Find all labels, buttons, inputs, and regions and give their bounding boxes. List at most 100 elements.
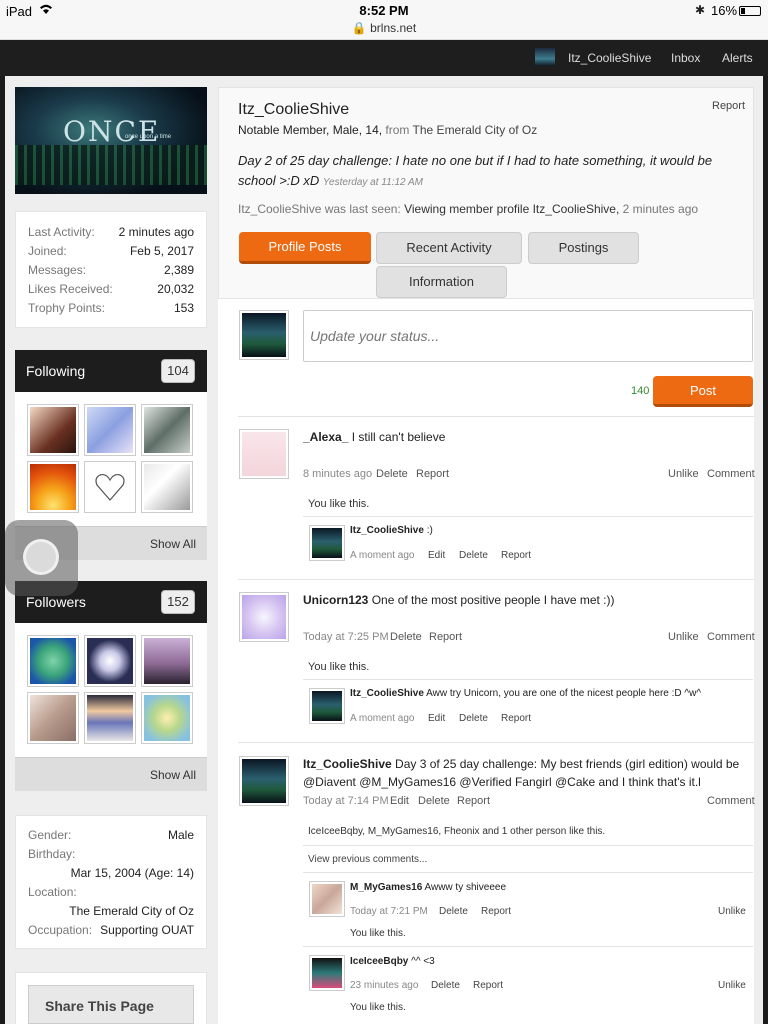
reply-author[interactable]: Itz_CoolieShive — [350, 688, 424, 699]
url-bar[interactable]: 🔒 brlns.net — [0, 21, 768, 35]
reply-time[interactable]: 23 minutes ago — [350, 980, 418, 991]
reply-likes: You like this. — [350, 928, 406, 939]
divider — [303, 679, 753, 680]
reply-body: Itz_CoolieShive :) — [350, 525, 433, 536]
follower-avatar[interactable] — [84, 692, 136, 744]
reply-delete-link[interactable]: Delete — [459, 713, 488, 724]
reply-avatar[interactable] — [309, 881, 345, 917]
post-edit-link[interactable]: Edit — [390, 795, 409, 807]
follower-avatar[interactable] — [141, 692, 193, 744]
reply-avatar[interactable] — [309, 688, 345, 724]
following-avatar[interactable] — [27, 461, 79, 513]
birthday-value: Mar 15, 2004 (Age: 14) — [70, 866, 194, 880]
reply-unlike-link[interactable]: Unlike — [718, 980, 746, 991]
post-avatar[interactable] — [239, 756, 289, 806]
post-avatar[interactable] — [239, 429, 289, 479]
location-label: Location: — [28, 885, 77, 899]
nav-alerts[interactable]: Alerts — [722, 51, 753, 65]
reply-report-link[interactable]: Report — [473, 980, 503, 991]
post-unlike-link[interactable]: Unlike — [668, 631, 699, 643]
share-this-page-button[interactable]: Share This Page — [28, 985, 194, 1024]
following-avatar[interactable] — [84, 404, 136, 456]
ios-status-bar: iPad 8:52 PM 🔒 brlns.net ✱ 16% — [0, 0, 768, 40]
profile-report-link[interactable]: Report — [712, 100, 745, 112]
post-author[interactable]: Unicorn123 — [303, 593, 368, 607]
reply-delete-link[interactable]: Delete — [439, 906, 468, 917]
following-avatar[interactable] — [141, 461, 193, 513]
follower-avatar[interactable] — [141, 635, 193, 687]
status-input[interactable] — [303, 310, 753, 362]
post-body: Itz_CoolieShive Day 3 of 25 day challeng… — [303, 757, 740, 789]
reply-time[interactable]: Today at 7:21 PM — [350, 906, 428, 917]
reply-time[interactable]: A moment ago — [350, 550, 414, 561]
assistive-touch-button[interactable] — [5, 520, 78, 596]
reply-delete-link[interactable]: Delete — [431, 980, 460, 991]
post-time[interactable]: Today at 7:14 PM — [303, 795, 389, 807]
follower-avatar[interactable] — [27, 635, 79, 687]
followers-count: 152 — [161, 590, 195, 614]
post-likes[interactable]: IceIceeBqby, M_MyGames16, Fheonix and 1 … — [308, 826, 605, 837]
assistive-touch-icon — [23, 539, 59, 575]
divider — [303, 946, 753, 947]
divider — [303, 845, 753, 846]
post-comment-link[interactable]: Comment — [707, 631, 755, 643]
tab-information[interactable]: Information — [376, 266, 507, 298]
reply-delete-link[interactable]: Delete — [459, 550, 488, 561]
reply-time[interactable]: A moment ago — [350, 713, 414, 724]
post-report-link[interactable]: Report — [429, 631, 462, 643]
reply-body: IceIceeBqby ^^ <3 — [350, 956, 435, 967]
post-likes: You like this. — [308, 498, 370, 510]
reply-avatar[interactable] — [309, 525, 345, 561]
divider — [238, 579, 754, 580]
following-header[interactable]: Following 104 — [15, 350, 207, 392]
following-avatar[interactable] — [27, 404, 79, 456]
divider — [303, 872, 753, 873]
follower-avatar[interactable] — [27, 692, 79, 744]
followers-show-all[interactable]: Show All — [15, 757, 207, 791]
character-counter: 140 — [631, 385, 650, 397]
post-delete-link[interactable]: Delete — [390, 631, 422, 643]
reply-avatar[interactable] — [309, 955, 345, 991]
profile-location-link[interactable]: The Emerald City of Oz — [413, 123, 538, 137]
reply-author[interactable]: Itz_CoolieShive — [350, 525, 424, 536]
battery-percent: 16% — [711, 3, 738, 18]
reply-edit-link[interactable]: Edit — [428, 550, 445, 561]
post-time[interactable]: 8 minutes ago — [303, 468, 372, 480]
reply-edit-link[interactable]: Edit — [428, 713, 445, 724]
follower-avatar[interactable] — [84, 635, 136, 687]
post-author[interactable]: _Alexa_ — [303, 430, 348, 444]
post-unlike-link[interactable]: Unlike — [668, 468, 699, 480]
tab-postings[interactable]: Postings — [528, 232, 639, 264]
following-avatar[interactable] — [141, 404, 193, 456]
view-previous-comments-link[interactable]: View previous comments... — [308, 854, 427, 865]
post-report-link[interactable]: Report — [457, 795, 490, 807]
reply-report-link[interactable]: Report — [501, 550, 531, 561]
reply-report-link[interactable]: Report — [481, 906, 511, 917]
last-seen-action-link[interactable]: Viewing member profile Itz_CoolieShive, — [404, 202, 619, 216]
post-delete-link[interactable]: Delete — [418, 795, 450, 807]
post-delete-link[interactable]: Delete — [376, 468, 408, 480]
nav-avatar[interactable] — [535, 48, 555, 66]
post-comment-link[interactable]: Comment — [707, 795, 755, 807]
reply-author[interactable]: IceIceeBqby — [350, 956, 408, 967]
nav-inbox[interactable]: Inbox — [671, 51, 700, 65]
nav-username[interactable]: Itz_CoolieShive — [568, 51, 651, 65]
post-avatar[interactable] — [239, 592, 289, 642]
reply-body: M_MyGames16 Awww ty shiveeee — [350, 882, 507, 893]
tab-profile-posts[interactable]: Profile Posts — [239, 232, 371, 264]
post-report-link[interactable]: Report — [416, 468, 449, 480]
reply-unlike-link[interactable]: Unlike — [718, 906, 746, 917]
post-time[interactable]: Today at 7:25 PM — [303, 631, 389, 643]
composer-avatar — [239, 310, 289, 360]
reply-author[interactable]: M_MyGames16 — [350, 882, 422, 893]
gender-value: Male — [167, 828, 194, 842]
divider — [238, 416, 754, 417]
tab-recent-activity[interactable]: Recent Activity — [376, 232, 522, 264]
post-button[interactable]: Post — [653, 376, 753, 407]
reply-report-link[interactable]: Report — [501, 713, 531, 724]
post-comment-link[interactable]: Comment — [707, 468, 755, 480]
stat-joined: Joined: Feb 5, 2017 — [28, 244, 194, 258]
banner-sub-text: once upon a time — [125, 134, 172, 140]
post-author[interactable]: Itz_CoolieShive — [303, 757, 392, 771]
heart-icon[interactable] — [84, 461, 136, 513]
